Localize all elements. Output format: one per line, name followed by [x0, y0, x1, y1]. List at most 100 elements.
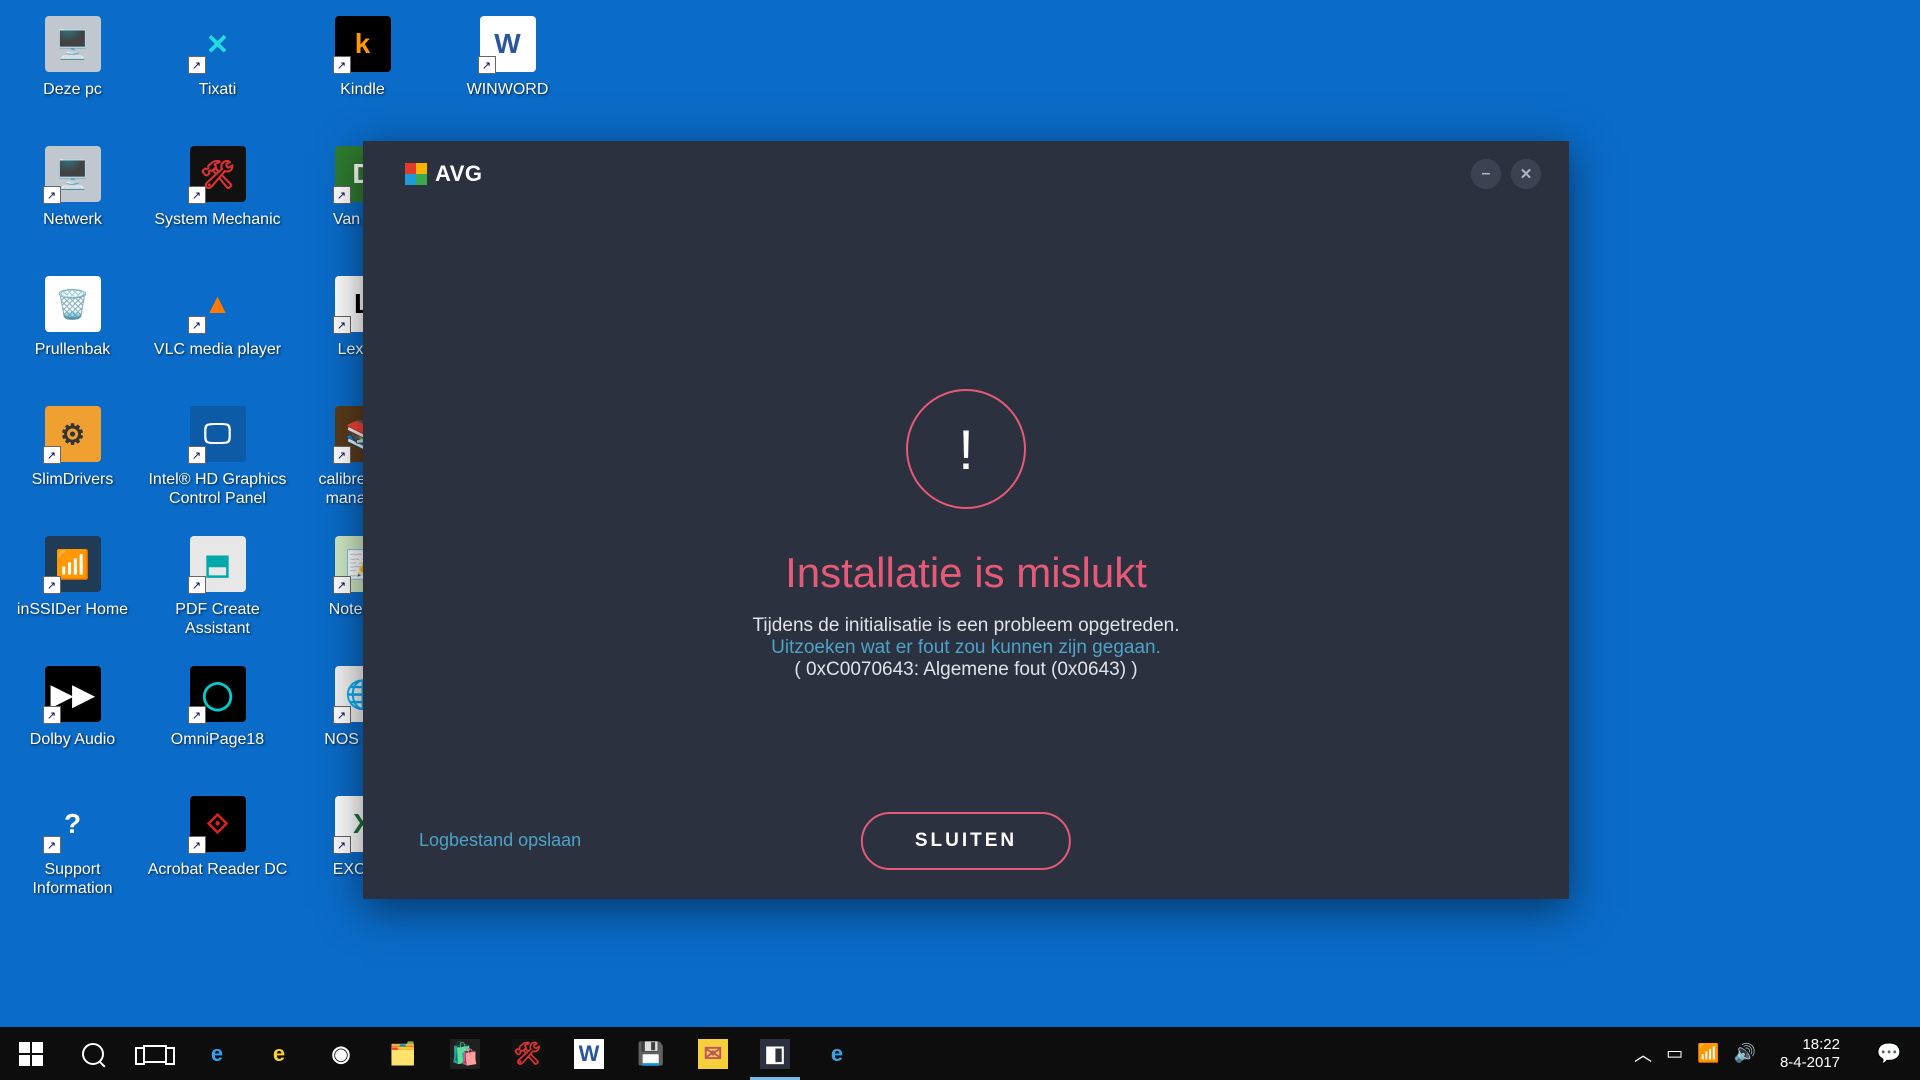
desktop-icon-support[interactable]: ?↗Support Information	[0, 788, 145, 918]
shortcut-overlay-icon: ↗	[333, 706, 351, 724]
alert-icon: !	[906, 389, 1026, 509]
shortcut-overlay-icon: ↗	[43, 706, 61, 724]
shortcut-overlay-icon: ↗	[188, 706, 206, 724]
desktop-icon-label: SlimDrivers	[32, 470, 114, 489]
desktop-icon-slimdrivers[interactable]: ⚙↗SlimDrivers	[0, 398, 145, 528]
taskbar-app-file-explorer[interactable]: 🗂️	[372, 1027, 434, 1080]
taskbar: e e ◉ 🗂️ 🛍️ 🛠 W 💾 ✉ ◧ e ︿ ▭ 📶 🔊 18:22 8-4-2017 💬	[0, 1027, 1920, 1080]
desktop-icon-acrobat[interactable]: ⟐↗Acrobat Reader DC	[145, 788, 290, 918]
shortcut-overlay-icon: ↗	[333, 316, 351, 334]
taskbar-app-edge[interactable]: e	[186, 1027, 248, 1080]
shortcut-overlay-icon: ↗	[188, 186, 206, 204]
error-help-link[interactable]: Uitzoeken wat er fout zou kunnen zijn ge…	[771, 637, 1161, 659]
word-icon: W	[574, 1039, 604, 1069]
taskbar-app-sysmech[interactable]: 🛠	[496, 1027, 558, 1080]
avg-installer-dialog: AVG – ✕ ! Installatie is mislukt Tijdens…	[363, 141, 1569, 899]
desktop-icon-pdfcreate[interactable]: ⬒↗PDF Create Assistant	[145, 528, 290, 658]
wifi-icon[interactable]: 📶	[1697, 1043, 1719, 1064]
desktop-icon-label: Prullenbak	[35, 340, 111, 359]
chrome-icon: ◉	[326, 1039, 356, 1069]
desktop-icon-kindle[interactable]: k↗Kindle	[290, 8, 435, 138]
monitor-icon: 🖥️	[45, 16, 101, 72]
task-view-button[interactable]	[124, 1027, 186, 1080]
desktop-icon-word[interactable]: W↗WINWORD	[435, 8, 580, 138]
desktop-icon-label: Netwerk	[43, 210, 102, 229]
desktop-icon-label: Acrobat Reader DC	[148, 860, 288, 879]
desktop-icon-label: Kindle	[340, 80, 384, 99]
desktop-icon-omnipage[interactable]: ◯↗OmniPage18	[145, 658, 290, 788]
start-button[interactable]	[0, 1027, 62, 1080]
avg-logo-text: AVG	[435, 161, 483, 187]
desktop-icon-label: System Mechanic	[154, 210, 280, 229]
system-tray: ︿ ▭ 📶 🔊 18:22 8-4-2017 💬	[1634, 1027, 1920, 1080]
sysmech-icon: 🛠	[512, 1039, 542, 1069]
tray-chevron-up-icon[interactable]: ︿	[1634, 1041, 1652, 1067]
shortcut-overlay-icon: ↗	[333, 446, 351, 464]
shortcut-overlay-icon: ↗	[188, 446, 206, 464]
shortcut-overlay-icon: ↗	[188, 56, 206, 74]
desktop-icon-label: PDF Create Assistant	[148, 600, 288, 638]
desktop-icon-vlc[interactable]: ▲↗VLC media player	[145, 268, 290, 398]
taskbar-app-ie[interactable]: e	[248, 1027, 310, 1080]
desktop-icon-monitor[interactable]: 🖥️ Deze pc	[0, 8, 145, 138]
windows-logo-icon	[19, 1042, 43, 1066]
outlook-icon: ✉	[698, 1039, 728, 1069]
ie-icon: e	[264, 1039, 294, 1069]
search-icon	[82, 1043, 104, 1065]
desktop-icon-label: Intel® HD Graphics Control Panel	[148, 470, 288, 508]
desktop-icon-label: inSSIDer Home	[17, 600, 128, 619]
shortcut-overlay-icon: ↗	[188, 316, 206, 334]
desktop-icon-recycle-bin[interactable]: 🗑️ Prullenbak	[0, 268, 145, 398]
search-button[interactable]	[62, 1027, 124, 1080]
error-subtitle: Tijdens de initialisatie is een probleem…	[752, 615, 1179, 637]
error-code: ( 0xC0070643: Algemene fout (0x0643) )	[794, 659, 1137, 681]
floppy-icon: 💾	[636, 1039, 666, 1069]
desktop-icon-label: Tixati	[199, 80, 237, 99]
battery-icon[interactable]: ▭	[1666, 1043, 1683, 1064]
desktop-icon-tixati[interactable]: ✕↗Tixati	[145, 8, 290, 138]
shortcut-overlay-icon: ↗	[188, 576, 206, 594]
shortcut-overlay-icon: ↗	[333, 576, 351, 594]
error-title: Installatie is mislukt	[785, 549, 1147, 597]
shortcut-overlay-icon: ↗	[333, 836, 351, 854]
shortcut-overlay-icon: ↗	[333, 56, 351, 74]
desktop-icon-sysmech[interactable]: 🛠↗System Mechanic	[145, 138, 290, 268]
taskbar-app-chrome[interactable]: ◉	[310, 1027, 372, 1080]
taskbar-app-store[interactable]: 🛍️	[434, 1027, 496, 1080]
shortcut-overlay-icon: ↗	[43, 836, 61, 854]
taskbar-app-floppy[interactable]: 💾	[620, 1027, 682, 1080]
clock[interactable]: 18:22 8-4-2017	[1770, 1036, 1850, 1072]
desktop-icon-dolby[interactable]: ▶▶↗Dolby Audio	[0, 658, 145, 788]
recycle-bin-icon: 🗑️	[45, 276, 101, 332]
file-explorer-icon: 🗂️	[388, 1039, 418, 1069]
desktop-icon-network[interactable]: 🖥️↗Netwerk	[0, 138, 145, 268]
taskbar-app-outlook[interactable]: ✉	[682, 1027, 744, 1080]
volume-icon[interactable]: 🔊	[1734, 1043, 1756, 1064]
desktop-icon-label: OmniPage18	[171, 730, 264, 749]
taskbar-app-ie2[interactable]: e	[806, 1027, 868, 1080]
desktop-icon-label: VLC media player	[154, 340, 281, 359]
close-window-button[interactable]: ✕	[1511, 159, 1541, 189]
desktop-icon-intel[interactable]: 🖵↗Intel® HD Graphics Control Panel	[145, 398, 290, 528]
clock-time: 18:22	[1780, 1036, 1840, 1054]
edge-icon: e	[202, 1039, 232, 1069]
avg-icon: ◧	[760, 1039, 790, 1069]
close-button[interactable]: SLUITEN	[861, 812, 1071, 870]
taskbar-app-word[interactable]: W	[558, 1027, 620, 1080]
minimize-button[interactable]: –	[1471, 159, 1501, 189]
shortcut-overlay-icon: ↗	[43, 576, 61, 594]
avg-logo-icon	[405, 163, 427, 185]
shortcut-overlay-icon: ↗	[188, 836, 206, 854]
desktop-icon-label: Support Information	[3, 860, 143, 898]
clock-date: 8-4-2017	[1780, 1054, 1840, 1072]
ie2-icon: e	[822, 1039, 852, 1069]
taskbar-app-avg[interactable]: ◧	[744, 1027, 806, 1080]
save-log-link[interactable]: Logbestand opslaan	[419, 830, 581, 851]
action-center-button[interactable]: 💬	[1864, 1027, 1914, 1080]
shortcut-overlay-icon: ↗	[333, 186, 351, 204]
store-icon: 🛍️	[450, 1039, 480, 1069]
desktop-icon-inssider[interactable]: 📶↗inSSIDer Home	[0, 528, 145, 658]
shortcut-overlay-icon: ↗	[43, 186, 61, 204]
shortcut-overlay-icon: ↗	[478, 56, 496, 74]
desktop-icon-label: Deze pc	[43, 80, 102, 99]
